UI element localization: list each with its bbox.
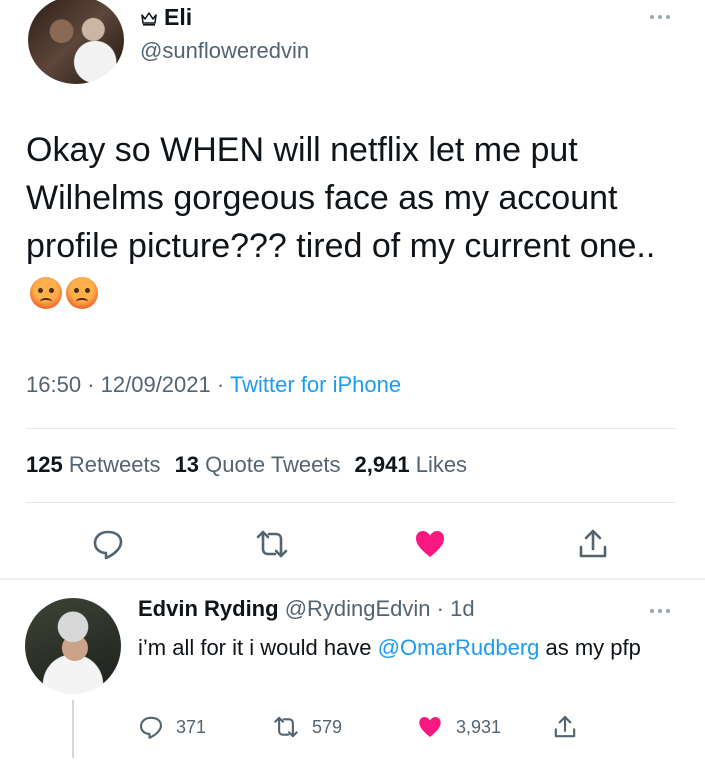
reply-icon	[138, 714, 164, 740]
reply-tweet[interactable]: Edvin Ryding @RydingEdvin · 1d i’m all f…	[0, 580, 705, 770]
tweet-stats: 125 Retweets 13 Quote Tweets 2,941 Likes	[26, 452, 467, 478]
reply-share-button[interactable]	[552, 714, 578, 740]
tweet-source-link[interactable]: Twitter for iPhone	[230, 372, 401, 397]
more-options-icon[interactable]	[647, 10, 673, 24]
tweet-author[interactable]: Eli	[140, 4, 192, 31]
retweet-icon[interactable]	[252, 524, 292, 564]
tweet-text: Okay so WHEN will netflix let me put Wil…	[26, 126, 686, 318]
separator: ·	[87, 372, 95, 397]
retweet-icon	[272, 714, 300, 740]
tweet-time[interactable]: 16:50	[26, 372, 81, 397]
tweet-metadata: 16:50 · 12/09/2021 · Twitter for iPhone	[26, 372, 401, 398]
reply-count: 371	[176, 716, 207, 737]
likes-count: 2,941	[354, 452, 410, 477]
tweet-date[interactable]: 12/09/2021	[101, 372, 211, 397]
likes-stat[interactable]: 2,941 Likes	[355, 452, 468, 478]
tweet-actions	[0, 524, 705, 564]
divider	[26, 502, 676, 503]
reply-handle[interactable]: @RydingEdvin	[285, 596, 431, 621]
mention-link[interactable]: @OmarRudberg	[378, 635, 540, 660]
more-options-icon[interactable]	[647, 604, 673, 618]
like-icon[interactable]	[410, 524, 450, 564]
tweet-body: Okay so WHEN will netflix let me put Wil…	[26, 131, 656, 265]
reply-text: i’m all for it i would have @OmarRudberg…	[138, 632, 683, 664]
retweets-count: 125	[26, 452, 63, 477]
like-icon	[416, 714, 444, 740]
user-handle[interactable]: @sunfloweredvin	[140, 38, 309, 64]
reply-retweet-button[interactable]: 579	[272, 714, 342, 740]
main-tweet: Eli @sunfloweredvin Okay so WHEN will ne…	[0, 0, 705, 580]
reply-reply-button[interactable]: 371	[138, 714, 206, 740]
separator: ·	[216, 372, 225, 397]
share-icon	[552, 714, 578, 740]
reply-like-button[interactable]: 3,931	[416, 714, 501, 740]
reply-avatar[interactable]	[25, 598, 121, 694]
reply-text-after: as my pfp	[539, 635, 641, 660]
like-count: 3,931	[456, 716, 502, 737]
avatar[interactable]	[28, 0, 124, 84]
reply-display-name[interactable]: Edvin Ryding	[138, 596, 279, 621]
retweets-stat[interactable]: 125 Retweets	[26, 452, 161, 478]
angry-face-emoji-icon	[66, 277, 98, 309]
reply-icon[interactable]	[88, 524, 128, 564]
divider	[26, 428, 676, 429]
likes-label: Likes	[415, 452, 468, 477]
display-name[interactable]: Eli	[164, 4, 192, 31]
crown-icon	[140, 9, 158, 27]
retweets-label: Retweets	[68, 452, 161, 477]
retweet-count: 579	[312, 716, 343, 737]
reply-actions: 371 579 3,931	[0, 714, 705, 746]
share-icon[interactable]	[573, 524, 613, 564]
angry-face-emoji-icon	[30, 277, 62, 309]
quote-tweets-label: Quote Tweets	[205, 452, 341, 477]
reply-header: Edvin Ryding @RydingEdvin · 1d	[138, 596, 475, 622]
reply-text-before: i’m all for it i would have	[138, 635, 378, 660]
quote-tweets-count: 13	[174, 452, 200, 477]
reply-time[interactable]: · 1d	[437, 596, 475, 621]
quote-tweets-stat[interactable]: 13 Quote Tweets	[175, 452, 341, 478]
